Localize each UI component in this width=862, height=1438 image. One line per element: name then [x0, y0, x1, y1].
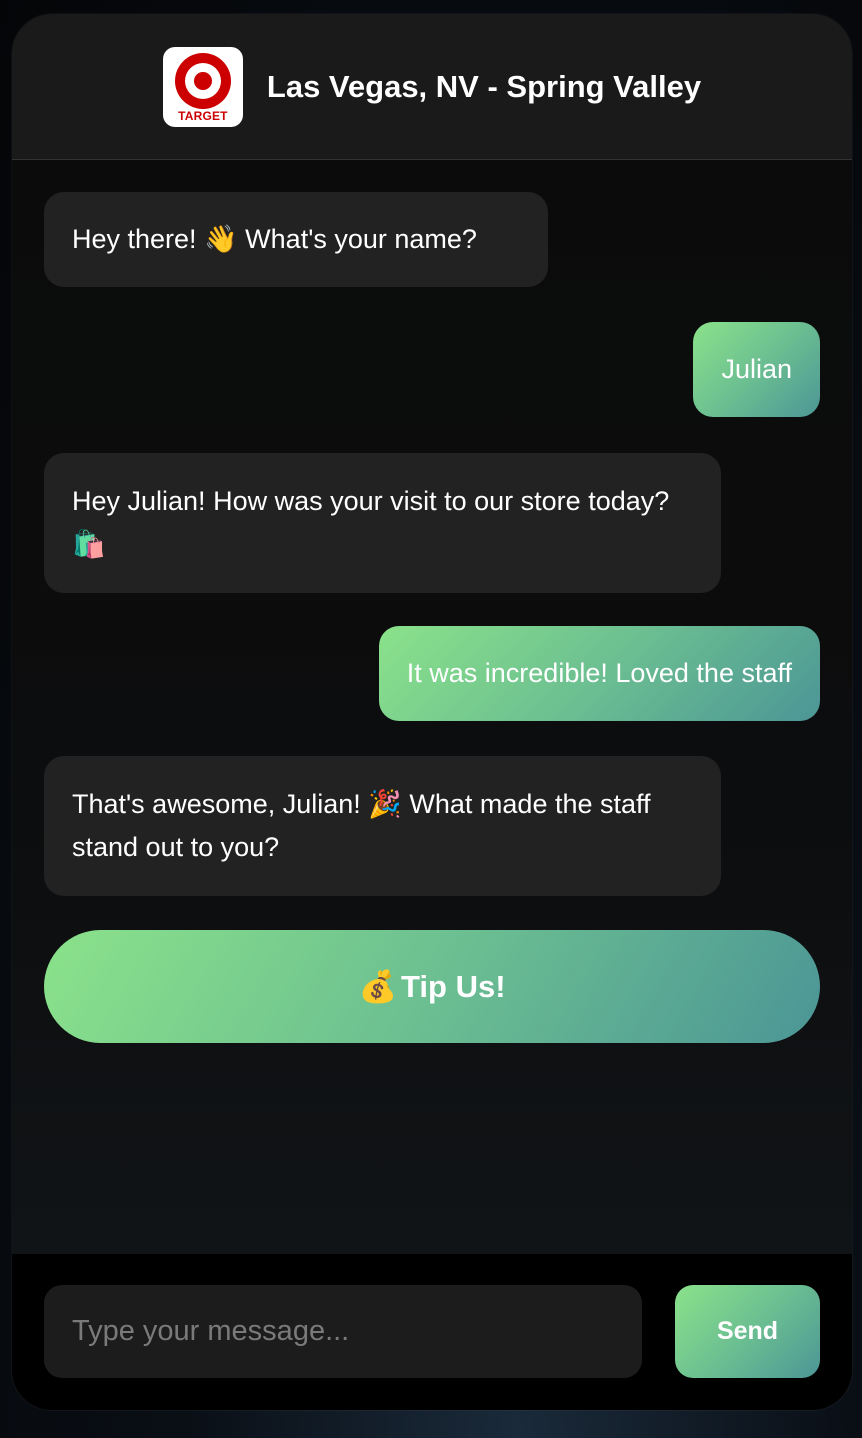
target-logo-icon: TARGET [162, 46, 243, 127]
chat-window: TARGET Las Vegas, NV - Spring Valley Hey… [12, 14, 852, 1410]
money-bag-icon: 💰 [358, 969, 398, 1004]
logo-ring-mid [184, 62, 221, 99]
message-input[interactable] [44, 1285, 642, 1378]
bot-message: Hey there! 👋 What's your name? [44, 192, 548, 287]
input-bar: Send [12, 1254, 852, 1410]
logo-text: TARGET [178, 108, 228, 123]
bot-message: Hey Julian! How was your visit to our st… [44, 453, 721, 593]
chat-header: TARGET Las Vegas, NV - Spring Valley [12, 14, 852, 160]
send-button[interactable]: Send [675, 1285, 820, 1378]
tip-button-label: Tip Us! [401, 968, 506, 1004]
store-title: Las Vegas, NV - Spring Valley [266, 68, 702, 104]
tip-us-button[interactable]: 💰 Tip Us! [44, 930, 820, 1043]
user-message: Julian [693, 322, 820, 417]
user-message: It was incredible! Loved the staff [378, 626, 820, 721]
logo-ring-outer [174, 52, 231, 109]
message-list[interactable]: Hey there! 👋 What's your name? Julian He… [12, 160, 852, 1254]
bot-message: That's awesome, Julian! 🎉 What made the … [44, 756, 721, 896]
logo-ring-inner [193, 71, 212, 90]
